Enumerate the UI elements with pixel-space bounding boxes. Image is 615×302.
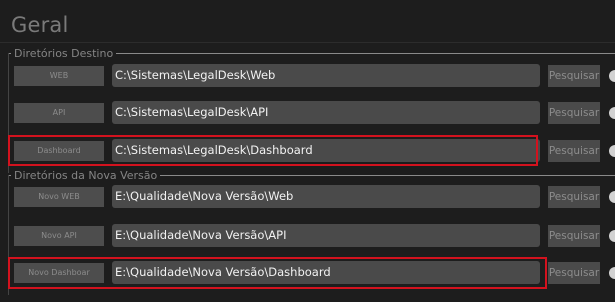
new-api-path-field[interactable]: E:\Qualidade\Nova Versão\API xyxy=(112,224,540,247)
row-new-web: Novo WEB E:\Qualidade\Nova Versão\Web Pe… xyxy=(8,184,615,210)
new-web-button[interactable]: Novo WEB xyxy=(14,187,104,207)
radio-icon[interactable] xyxy=(609,230,615,242)
settings-window: Geral Diretórios Destino WEB C:\Sistemas… xyxy=(0,0,615,302)
new-web-search-button[interactable]: Pesquisar xyxy=(548,186,600,208)
group-label-new-version: Diretórios da Nova Versão xyxy=(11,169,161,182)
row-new-dashboard: Novo Dashboar E:\Qualidade\Nova Versão\D… xyxy=(8,260,615,286)
title-divider xyxy=(0,42,615,43)
api-search-button[interactable]: Pesquisar xyxy=(548,102,600,124)
row-api: API C:\Sistemas\LegalDesk\API Pesquisar xyxy=(8,100,615,126)
web-button[interactable]: WEB xyxy=(14,66,104,86)
new-dashboard-path-field[interactable]: E:\Qualidade\Nova Versão\Dashboard xyxy=(112,261,540,284)
group-label-destination: Diretórios Destino xyxy=(11,47,117,60)
radio-icon[interactable] xyxy=(609,145,615,157)
new-dashboard-button[interactable]: Novo Dashboar xyxy=(14,263,104,283)
group-new-version-directories: Diretórios da Nova Versão Novo WEB E:\Qu… xyxy=(8,169,615,297)
web-search-button[interactable]: Pesquisar xyxy=(548,65,600,87)
radio-icon[interactable] xyxy=(609,267,615,279)
api-button[interactable]: API xyxy=(14,103,104,123)
api-path-field[interactable]: C:\Sistemas\LegalDesk\API xyxy=(112,101,540,124)
radio-icon[interactable] xyxy=(609,70,615,82)
dashboard-button[interactable]: Dashboard xyxy=(14,141,104,161)
page-title: Geral xyxy=(11,13,69,37)
new-api-button[interactable]: Novo API xyxy=(14,226,104,246)
radio-icon[interactable] xyxy=(609,107,615,119)
row-dashboard: Dashboard C:\Sistemas\LegalDesk\Dashboar… xyxy=(8,138,615,164)
new-web-path-field[interactable]: E:\Qualidade\Nova Versão\Web xyxy=(112,185,540,208)
row-web: WEB C:\Sistemas\LegalDesk\Web Pesquisar xyxy=(8,63,615,89)
row-new-api: Novo API E:\Qualidade\Nova Versão\API Pe… xyxy=(8,223,615,249)
web-path-field[interactable]: C:\Sistemas\LegalDesk\Web xyxy=(112,64,540,87)
new-dashboard-search-button[interactable]: Pesquisar xyxy=(548,262,600,284)
dashboard-search-button[interactable]: Pesquisar xyxy=(548,140,600,162)
group-destination-directories: Diretórios Destino WEB C:\Sistemas\Legal… xyxy=(8,47,615,175)
radio-icon[interactable] xyxy=(609,191,615,203)
dashboard-path-field[interactable]: C:\Sistemas\LegalDesk\Dashboard xyxy=(112,139,540,162)
new-api-search-button[interactable]: Pesquisar xyxy=(548,225,600,247)
